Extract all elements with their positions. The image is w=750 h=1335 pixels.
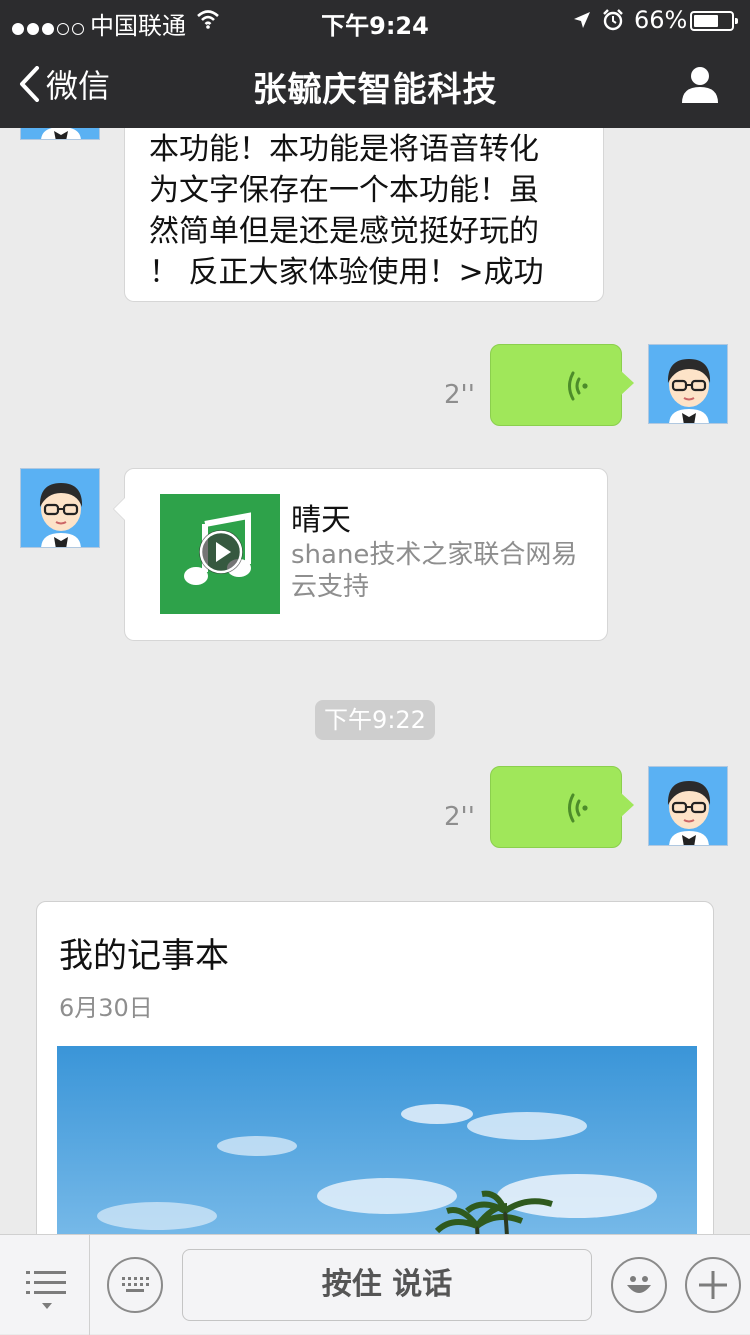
location-arrow-icon — [574, 12, 590, 28]
message-line: ！ 反正大家体验使用！>成功 — [149, 255, 544, 290]
music-description: shane技术之家联合网易云支持 — [291, 540, 578, 602]
menu-list-icon — [26, 1271, 66, 1309]
sent-voice-message[interactable] — [490, 766, 634, 848]
article-title: 我的记事本 — [59, 936, 229, 976]
play-icon[interactable] — [199, 530, 243, 574]
article-date: 6月30日 — [59, 994, 153, 1022]
received-text-message[interactable]: 本功能！本功能是将语音转化 为文字保存在一个本功能！虽 然简单但是还是感觉挺好玩… — [124, 128, 604, 302]
article-cover-image[interactable] — [57, 1046, 697, 1234]
message-timestamp: 下午9:22 — [315, 700, 435, 740]
voice-wave-icon — [568, 371, 588, 401]
sent-voice-message[interactable] — [490, 344, 634, 426]
music-title: 晴天 — [291, 503, 351, 538]
alarm-clock-icon — [603, 9, 623, 31]
music-cover[interactable] — [160, 494, 280, 614]
status-bar: 中国联通 下午9:24 66% — [0, 0, 750, 40]
voice-duration: 2'' — [444, 380, 475, 410]
my-avatar[interactable] — [648, 344, 728, 424]
plus-icon — [699, 1271, 727, 1299]
page-title: 张毓庆智能科技 — [252, 70, 498, 110]
voice-wave-icon — [568, 793, 588, 823]
battery-percent: 66% — [634, 6, 688, 34]
keyboard-toggle-button[interactable] — [107, 1257, 163, 1313]
message-line: 然简单但是还是感觉挺好玩的 — [149, 214, 539, 249]
message-line: 本功能！本功能是将语音转化 — [149, 132, 539, 167]
chat-list[interactable]: 本功能！本功能是将语音转化 为文字保存在一个本功能！虽 然简单但是还是感觉挺好玩… — [0, 128, 750, 1234]
input-toolbar: 按住 说话 — [0, 1234, 750, 1335]
profile-icon[interactable] — [680, 64, 720, 104]
chat-header: 微信 张毓庆智能科技 — [0, 40, 750, 128]
avatar[interactable] — [20, 468, 100, 548]
battery-icon — [690, 11, 738, 31]
add-more-button[interactable] — [685, 1257, 741, 1313]
hold-to-talk-button[interactable]: 按住 说话 — [182, 1249, 592, 1321]
avatar[interactable] — [20, 128, 100, 140]
voice-duration: 2'' — [444, 802, 475, 832]
smiley-icon — [627, 1276, 651, 1293]
received-music-message[interactable]: 晴天 shane技术之家联合网易云支持 — [113, 468, 608, 641]
message-line: 为文字保存在一个本功能！虽 — [149, 173, 539, 208]
article-card[interactable]: 我的记事本 6月30日 — [36, 901, 714, 1234]
menu-toggle-button[interactable] — [0, 1235, 90, 1335]
emoji-button[interactable] — [611, 1257, 667, 1313]
my-avatar[interactable] — [648, 766, 728, 846]
keyboard-icon — [122, 1277, 149, 1292]
